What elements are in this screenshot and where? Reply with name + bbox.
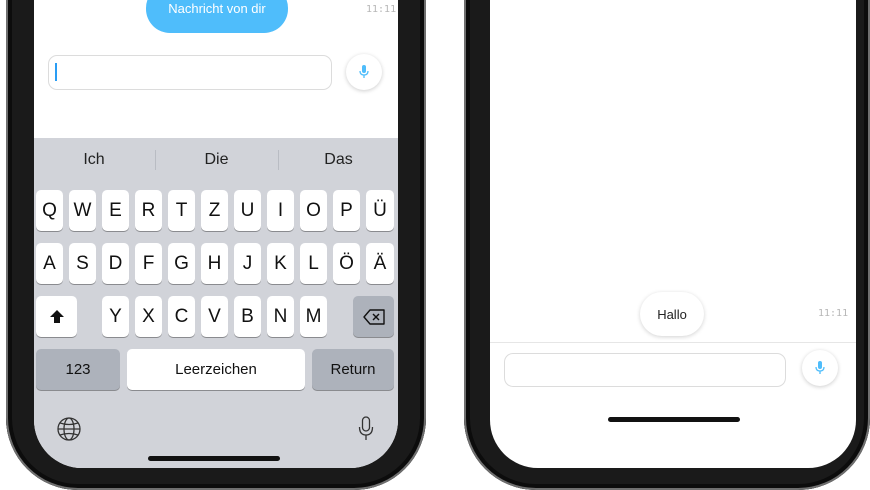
key[interactable]: Ä xyxy=(366,243,394,284)
key[interactable]: S xyxy=(69,243,96,284)
voice-message-button[interactable] xyxy=(346,54,382,90)
microphone-icon xyxy=(815,361,825,374)
key[interactable]: O xyxy=(300,190,327,231)
suggestion-3[interactable]: Das xyxy=(279,138,398,182)
key[interactable]: G xyxy=(168,243,195,284)
key[interactable]: X xyxy=(135,296,162,337)
numbers-key[interactable]: 123 xyxy=(36,349,120,390)
message-input[interactable] xyxy=(48,55,332,90)
key[interactable]: T xyxy=(168,190,195,231)
key[interactable]: P xyxy=(333,190,360,231)
backspace-icon xyxy=(362,308,385,325)
key[interactable]: K xyxy=(267,243,294,284)
right-phone-frame: Hallo 11:11 xyxy=(464,0,870,490)
left-phone-frame: Nachricht von dir 11:11 Ich Die Das Q W … xyxy=(6,0,426,490)
delete-key[interactable] xyxy=(353,296,394,337)
key[interactable]: I xyxy=(267,190,294,231)
shift-icon xyxy=(49,309,64,323)
key[interactable]: J xyxy=(234,243,261,284)
voice-message-button[interactable] xyxy=(802,350,838,386)
suggestion-2[interactable]: Die xyxy=(156,138,277,182)
microphone-icon xyxy=(359,65,369,78)
received-message-time: 11:11 xyxy=(818,308,849,319)
space-key[interactable]: Leerzeichen xyxy=(127,349,305,390)
key[interactable]: F xyxy=(135,243,162,284)
key[interactable]: D xyxy=(102,243,129,284)
key[interactable]: M xyxy=(300,296,327,337)
globe-icon[interactable] xyxy=(56,416,82,442)
left-chat-screen: Nachricht von dir 11:11 Ich Die Das Q W … xyxy=(34,0,398,468)
home-indicator[interactable] xyxy=(608,417,740,422)
key[interactable]: Ö xyxy=(333,243,360,284)
input-divider xyxy=(490,342,856,343)
predictive-text-bar: Ich Die Das xyxy=(34,138,398,182)
sent-message-bubble: Nachricht von dir xyxy=(146,0,288,33)
key[interactable]: B xyxy=(234,296,261,337)
onscreen-keyboard: Ich Die Das Q W E R T Z U I O P Ü A S D … xyxy=(34,138,398,468)
suggestion-1[interactable]: Ich xyxy=(34,138,154,182)
key[interactable]: H xyxy=(201,243,228,284)
key[interactable]: L xyxy=(300,243,327,284)
key[interactable]: Z xyxy=(201,190,228,231)
sent-message-text: Nachricht von dir xyxy=(168,1,266,16)
key[interactable]: C xyxy=(168,296,195,337)
text-cursor xyxy=(55,63,57,81)
microphone-icon[interactable] xyxy=(358,416,374,442)
key[interactable]: Y xyxy=(102,296,129,337)
key[interactable]: A xyxy=(36,243,63,284)
key[interactable]: N xyxy=(267,296,294,337)
key[interactable]: Q xyxy=(36,190,63,231)
home-indicator[interactable] xyxy=(148,456,280,461)
key[interactable]: E xyxy=(102,190,129,231)
key[interactable]: Ü xyxy=(366,190,394,231)
key[interactable]: W xyxy=(69,190,96,231)
received-message-text: Hallo xyxy=(657,306,687,322)
sent-message-time: 11:11 xyxy=(366,4,397,15)
return-key[interactable]: Return xyxy=(312,349,394,390)
right-chat-screen: Hallo 11:11 xyxy=(490,0,856,468)
key[interactable]: V xyxy=(201,296,228,337)
received-message-bubble: Hallo xyxy=(640,292,704,336)
message-input[interactable] xyxy=(504,353,786,387)
key[interactable]: U xyxy=(234,190,261,231)
shift-key[interactable] xyxy=(36,296,77,337)
key[interactable]: R xyxy=(135,190,162,231)
